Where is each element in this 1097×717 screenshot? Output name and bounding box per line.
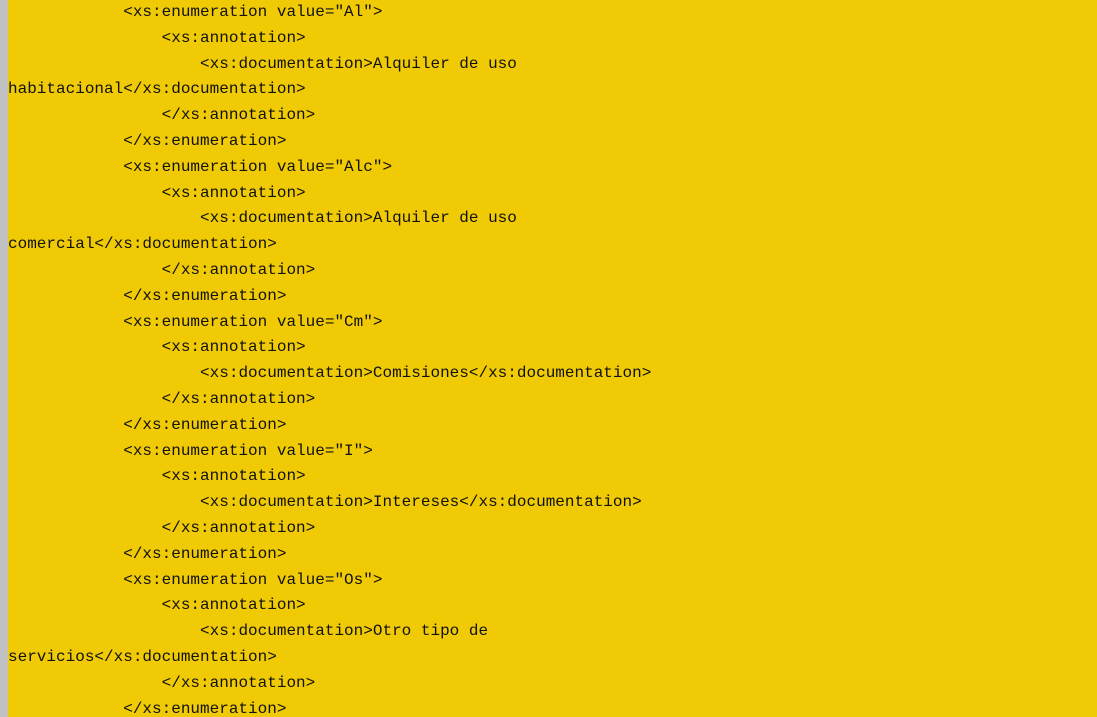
code-line: <xs:enumeration value="Cm"> <box>8 312 383 331</box>
code-line: </xs:annotation> <box>8 260 316 279</box>
code-line: </xs:enumeration> <box>8 544 287 563</box>
code-line: </xs:enumeration> <box>8 131 287 150</box>
code-line: <xs:enumeration value="Os"> <box>8 570 383 589</box>
code-line: </xs:annotation> <box>8 106 316 125</box>
code-line: <xs:annotation> <box>8 28 306 47</box>
code-line: servicios</xs:documentation> <box>8 647 277 666</box>
code-line: </xs:annotation> <box>8 389 316 408</box>
code-line: </xs:enumeration> <box>8 415 287 434</box>
code-line: <xs:annotation> <box>8 183 306 202</box>
left-border-bar <box>0 0 8 717</box>
code-line: </xs:enumeration> <box>8 699 287 717</box>
highlighted-code-block: <xs:enumeration value="Al"> <xs:annotati… <box>8 0 1097 717</box>
code-line: </xs:enumeration> <box>8 286 287 305</box>
code-line: </xs:annotation> <box>8 518 316 537</box>
code-line: <xs:documentation>Alquiler de uso <box>8 209 517 228</box>
code-line: <xs:enumeration value="Al"> <box>8 3 383 21</box>
code-line: </xs:annotation> <box>8 673 316 692</box>
code-line: <xs:documentation>Comisiones</xs:documen… <box>8 364 652 383</box>
code-line: habitacional</xs:documentation> <box>8 80 306 99</box>
code-line: comercial</xs:documentation> <box>8 235 277 254</box>
code-line: <xs:annotation> <box>8 338 306 357</box>
code-line: <xs:documentation>Alquiler de uso <box>8 54 517 73</box>
code-line: <xs:enumeration value="Alc"> <box>8 157 393 176</box>
code-line: <xs:documentation>Otro tipo de <box>8 622 489 641</box>
code-line: <xs:annotation> <box>8 596 306 615</box>
code-line: <xs:documentation>Intereses</xs:document… <box>8 493 642 512</box>
code-line: <xs:annotation> <box>8 467 306 486</box>
page: <xs:enumeration value="Al"> <xs:annotati… <box>0 0 1097 717</box>
code-lines: <xs:enumeration value="Al"> <xs:annotati… <box>8 0 1097 717</box>
code-line: <xs:enumeration value="I"> <box>8 441 373 460</box>
